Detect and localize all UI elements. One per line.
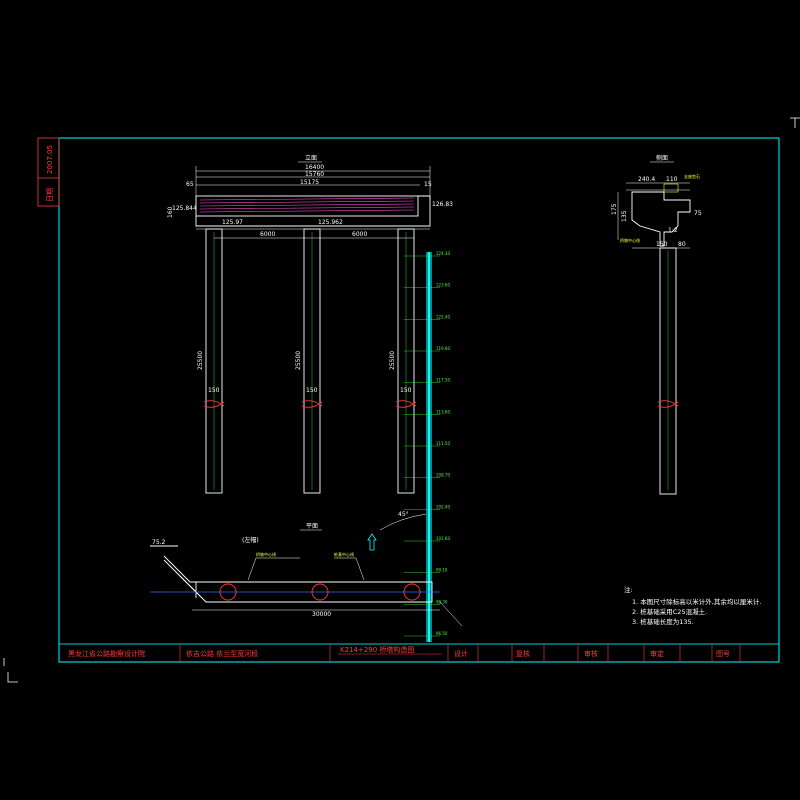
side-strip: 2007.05 日期 xyxy=(37,137,60,207)
scale-label: 123.60 xyxy=(436,283,450,288)
section-outline xyxy=(631,191,691,247)
elev-cap-top: 126.83 xyxy=(432,201,453,208)
elevation-scale: 124.30 123.60 122.40 119.80 117.50 113.60 111.… xyxy=(404,251,450,642)
dia-left: 150 xyxy=(208,387,220,394)
pile-len-right: 25500 xyxy=(389,351,396,370)
scale-label: 117.50 xyxy=(436,378,450,383)
tb-drawing: K214+290 桥墩构造图 xyxy=(340,645,414,654)
sec-step: 1:2 xyxy=(668,227,678,234)
sec-bottom-w: 150 xyxy=(656,241,668,248)
dim-overall: 16400 xyxy=(305,164,324,171)
piles xyxy=(205,228,415,494)
plan-angle: 45° xyxy=(398,511,409,518)
plan-overall: 30000 xyxy=(312,611,331,618)
notes-heading: 注: xyxy=(624,585,633,594)
note-2: 2. 桩基础采用C25混凝土. xyxy=(632,607,707,616)
tb-design: 设计 xyxy=(454,649,468,658)
title-block: 黑龙江省公路勘察设计院 依吉公路 依兰至宽河段 K214+290 桥墩构造图 设… xyxy=(58,643,780,663)
elev-cap-bot: 125.844 xyxy=(172,205,197,212)
dia-mid: 150 xyxy=(306,387,318,394)
span-left: 6000 xyxy=(260,231,275,238)
tb-project: 依吉公路 依兰至宽河段 xyxy=(186,649,258,658)
sec-right-h: 75 xyxy=(694,210,702,217)
pile-break-marks xyxy=(203,400,417,408)
plan-title: 平面 xyxy=(306,523,318,530)
sec-bottom-right: 80 xyxy=(678,241,686,248)
sec-pad-label: 支座垫石 xyxy=(684,173,700,179)
dim-left-edge: 65 xyxy=(186,181,194,188)
dim-cap-length: 15175 xyxy=(300,179,319,186)
cad-drawing: 2007.05 日期 立面 16400 15760 15175 65 15 12… xyxy=(3,117,800,683)
scale-label: 113.60 xyxy=(436,409,450,414)
cap-height: 160 xyxy=(167,206,174,218)
tb-number: 图号 xyxy=(716,650,730,658)
scale-label: 96.50 xyxy=(436,631,448,636)
scale-label: 111.50 xyxy=(436,441,450,446)
sec-top-right: 110 xyxy=(666,176,678,183)
scale-label: 119.80 xyxy=(436,346,450,351)
scale-label: 101.60 xyxy=(436,536,450,541)
plan-subtitle: (左幅) xyxy=(242,536,259,544)
sec-top-width: 240.4 xyxy=(638,176,655,183)
dim-span-top: 15760 xyxy=(305,171,324,178)
elevation-view: 立面 16400 15760 15175 65 15 125.844 126.8… xyxy=(167,154,453,494)
north-arrow-icon xyxy=(367,533,377,551)
bearing-left: 125.97 xyxy=(222,219,243,226)
date-label: 日期 xyxy=(46,188,54,202)
scale-label: 108.70 xyxy=(436,473,450,478)
tb-company: 黑龙江省公路勘察设计院 xyxy=(68,649,145,658)
note-1: 1. 本图尺寸除标高以米计外,其余均以厘米计. xyxy=(632,597,761,606)
section-title: 侧面 xyxy=(656,154,668,162)
tb-check: 审核 xyxy=(584,649,598,658)
pile-len-mid: 25500 xyxy=(295,351,302,370)
plan-left-line: 桥墩中心线 xyxy=(256,551,276,557)
elevation-title: 立面 xyxy=(305,154,317,162)
notes: 注: 1. 本图尺寸除标高以米计外,其余均以厘米计. 2. 桩基础采用C25混凝… xyxy=(624,585,761,626)
section-view: 侧面 240.4 110 175 135 75 1:2 150 80 支座垫石 … xyxy=(611,154,702,495)
scale-label: 102.40 xyxy=(436,504,450,509)
sec-mid-h: 135 xyxy=(621,210,628,222)
scale-label: 98.30 xyxy=(436,599,448,604)
plan-right-line: 桩基中心线 xyxy=(334,551,354,557)
dim-right-edge: 15 xyxy=(424,181,432,188)
dia-right: 150 xyxy=(400,387,412,394)
scale-label: 99.10 xyxy=(436,568,448,573)
date-value: 2007.05 xyxy=(46,145,54,174)
bearing-mid: 125.962 xyxy=(318,219,343,226)
span-right: 6000 xyxy=(352,231,367,238)
cap-rebar xyxy=(199,197,415,213)
tb-approve: 审定 xyxy=(650,649,664,658)
plan-view: 平面 (左幅) 桥墩中心线 桩基中心线 75.2 30000 45° xyxy=(150,511,463,627)
pile-len-left: 25500 xyxy=(197,351,204,370)
scale-label: 124.30 xyxy=(436,251,450,256)
sec-left-h: 175 xyxy=(611,203,618,215)
tb-review: 复核 xyxy=(516,649,530,658)
scale-label: 122.40 xyxy=(436,314,450,319)
sec-stem-label: 桥墩中心线 xyxy=(620,237,640,243)
note-3: 3. 桩基础长度为135. xyxy=(632,617,694,626)
plan-skew: 75.2 xyxy=(152,539,166,546)
